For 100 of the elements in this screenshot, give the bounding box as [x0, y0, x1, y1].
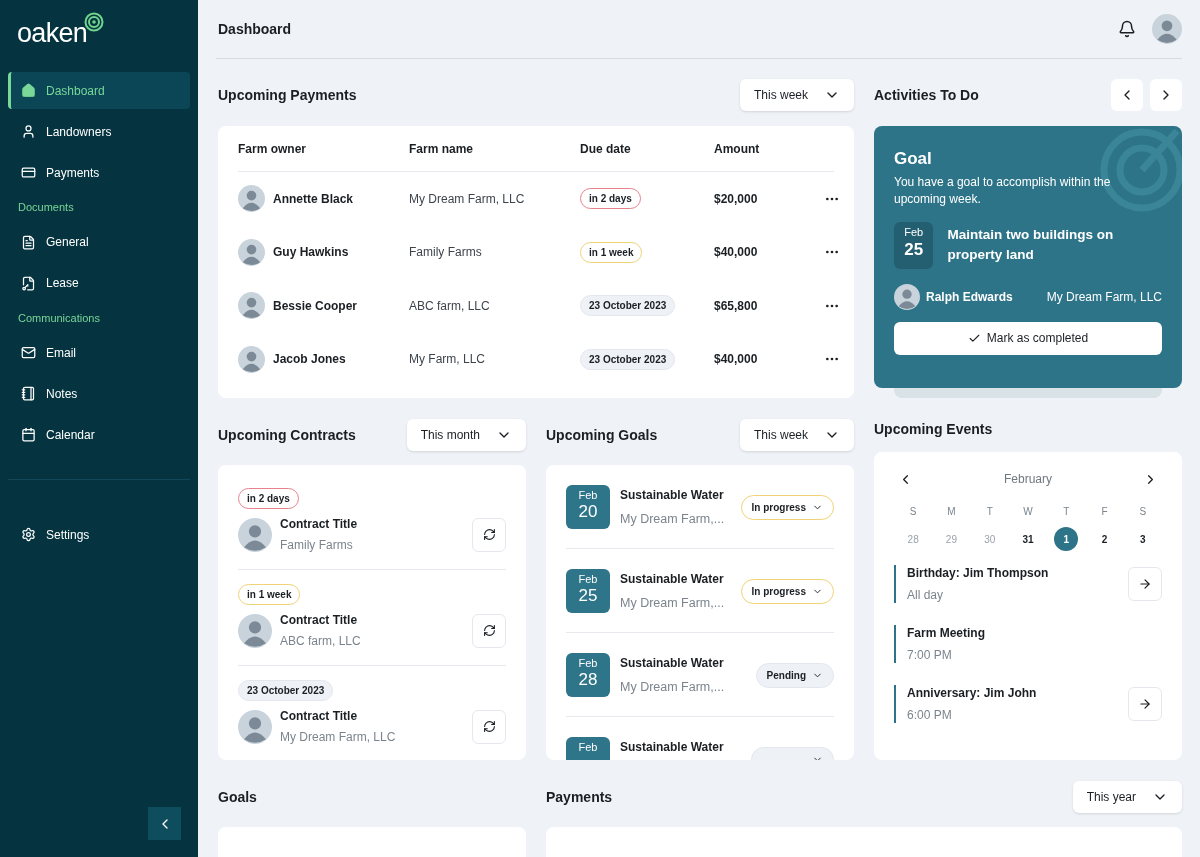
status-dropdown[interactable]: In progress: [740, 494, 834, 520]
column-header: Amount: [714, 140, 761, 158]
weekday-label: T: [1062, 505, 1071, 519]
avatar-icon: [238, 238, 265, 266]
event-row[interactable]: Anniversary: Jim John 6:00 PM: [894, 685, 1162, 723]
date-tile: Feb 25: [894, 221, 934, 269]
nav-item[interactable]: General: [8, 223, 190, 261]
event-title: Anniversary: Jim John: [907, 685, 1038, 702]
due-badge: in 2 days: [580, 188, 641, 210]
column-header: Due date: [580, 140, 632, 158]
due-badge: 23 October 2023: [580, 348, 676, 370]
avatar-icon: [238, 345, 265, 373]
owner-name: Annette Black: [273, 190, 354, 208]
collapse-button[interactable]: [148, 807, 181, 840]
due-badge: 23 October 2023: [238, 680, 334, 701]
event-title: Birthday: Jim Thompson: [907, 565, 1050, 582]
contract-title: Contract Title: [280, 708, 359, 725]
calendar-day[interactable]: 1: [1054, 527, 1079, 551]
nav-icon: [21, 427, 36, 442]
filter-dropdown[interactable]: This week: [739, 419, 854, 451]
renew-button[interactable]: [472, 517, 506, 552]
farm-name: Family Farms: [409, 244, 483, 262]
refresh-icon: [482, 624, 496, 637]
calendar-day[interactable]: 31: [1016, 527, 1040, 551]
event-row[interactable]: Birthday: Jim Thompson All day: [894, 565, 1162, 603]
avatar-icon: [238, 613, 272, 648]
open-event-button[interactable]: [1128, 567, 1162, 601]
avatar-icon: [238, 517, 272, 552]
notification-bell-icon[interactable]: [1118, 20, 1136, 38]
previous-button[interactable]: [1111, 79, 1143, 111]
nav-icon: [21, 124, 36, 139]
amount: $20,000: [714, 190, 759, 208]
farm-name: ABC farm, LLC: [280, 633, 362, 650]
weekday-label: S: [1138, 505, 1148, 519]
person-name: Ralph Edwards: [926, 288, 1013, 306]
month-label: February: [1004, 471, 1052, 488]
renew-button[interactable]: [472, 709, 506, 744]
refresh-icon: [482, 528, 496, 541]
contract-title: Contract Title: [280, 612, 359, 629]
weekday-label: T: [985, 505, 994, 519]
due-badge: in 1 week: [580, 241, 643, 263]
avatar-icon: [894, 283, 920, 310]
filter-dropdown[interactable]: This week: [739, 79, 854, 111]
date-tile: Feb 20: [566, 485, 610, 529]
avatar-icon: [238, 709, 272, 744]
weekday-label: M: [946, 505, 957, 519]
farm-name: My Dream Farm,...: [620, 595, 726, 612]
renew-button[interactable]: [472, 613, 506, 648]
farm-name: Family Farms: [280, 537, 354, 554]
logo-text: oaken: [17, 20, 88, 47]
nav-item[interactable]: Payments: [8, 154, 190, 191]
event-accent-bar: [894, 565, 896, 603]
farm-name: My Dream Farm, LLC: [280, 729, 397, 746]
date-tile: Feb: [566, 737, 610, 760]
calendar-day[interactable]: 2: [1092, 527, 1117, 551]
due-badge: in 2 days: [238, 488, 299, 509]
nav-icon: [21, 345, 36, 360]
nav-section-heading: Communications: [17, 310, 101, 326]
column-header: Farm owner: [238, 140, 307, 158]
goal-heading: Goal: [894, 148, 933, 170]
goal-title: Sustainable Water: [620, 655, 725, 672]
event-accent-bar: [894, 685, 896, 723]
nav-item[interactable]: Calendar: [8, 416, 190, 453]
nav-item[interactable]: Email: [8, 334, 190, 371]
amount: $40,000: [714, 351, 759, 369]
nav-icon: [21, 165, 36, 180]
settings-nav-item[interactable]: Settings: [8, 516, 190, 553]
farm-name: My Dream Farm,...: [620, 679, 726, 696]
date-tile: Feb 28: [566, 653, 610, 697]
nav-icon: [21, 83, 36, 98]
avatar-icon: [238, 292, 265, 320]
nav-item[interactable]: Landowners: [8, 113, 190, 150]
section-title: Payments: [546, 787, 613, 807]
calendar-day[interactable]: 3: [1130, 527, 1155, 551]
section-title: Upcoming Events: [874, 419, 993, 439]
goal-title: Sustainable Water: [620, 571, 725, 588]
nav-item[interactable]: Dashboard: [8, 72, 190, 109]
page-title: Dashboard: [218, 19, 292, 39]
next-button[interactable]: [1150, 79, 1182, 111]
filter-dropdown[interactable]: This month: [406, 419, 526, 451]
column-header: Farm name: [409, 140, 475, 158]
nav-icon: [21, 386, 36, 401]
weekday-label: F: [1100, 505, 1109, 519]
event-row[interactable]: Farm Meeting 7:00 PM: [894, 625, 1162, 663]
nav-item[interactable]: Lease: [8, 264, 190, 302]
event-accent-bar: [894, 625, 896, 663]
farm-name: My Dream Farm, LLC: [1046, 288, 1162, 306]
mark-completed-button[interactable]: Mark as completed: [894, 321, 1162, 355]
nav-item[interactable]: Notes: [8, 375, 190, 412]
weekday-label: W: [1022, 505, 1034, 519]
settings-icon: [21, 527, 36, 542]
status-dropdown[interactable]: In progress: [740, 578, 834, 604]
event-time: 7:00 PM: [907, 647, 953, 664]
farm-name: My Dream Farm,...: [620, 511, 726, 528]
open-event-button[interactable]: [1128, 687, 1162, 721]
nav-icon: [21, 275, 36, 291]
filter-dropdown[interactable]: This year: [1072, 781, 1182, 813]
section-title: Upcoming Goals: [546, 425, 658, 445]
status-dropdown[interactable]: Pending: [755, 662, 834, 688]
goal-task: Maintain two buildings on property land: [947, 226, 1115, 264]
